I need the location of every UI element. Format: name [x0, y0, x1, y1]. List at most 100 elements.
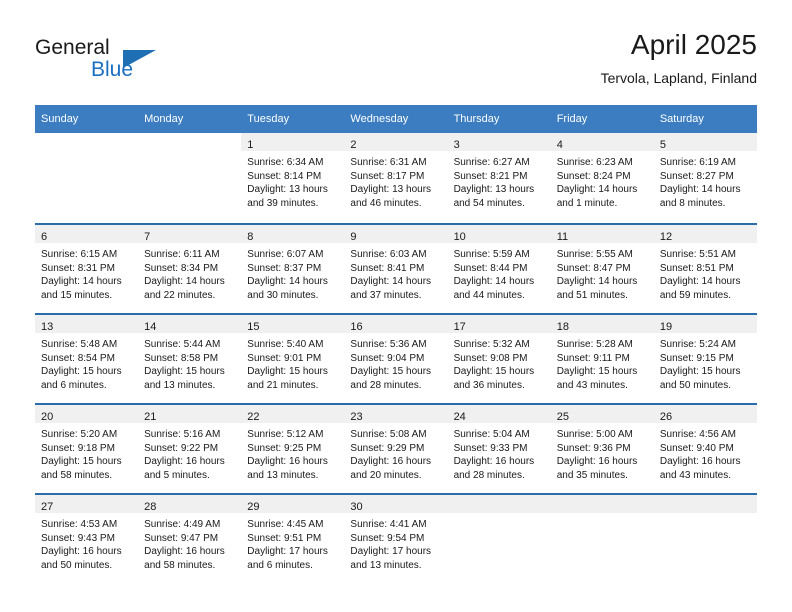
- daylight-text-line1: Daylight: 15 hours: [144, 366, 225, 377]
- day-number-band: 15: [241, 315, 345, 333]
- sunset-text: Sunset: 9:54 PM: [350, 532, 425, 544]
- daylight-text-line1: Daylight: 16 hours: [453, 456, 535, 467]
- weekday-header-thursday: Thursday: [447, 105, 551, 133]
- daylight-text-line2: and 35 minutes.: [556, 469, 628, 481]
- daylight-text-line1: Daylight: 14 hours: [41, 276, 122, 287]
- day-number: 25: [556, 411, 569, 423]
- day-cell[interactable]: 16 Sunrise: 5:36 AM Sunset: 9:04 PM Dayligh…: [344, 313, 448, 403]
- daylight-text-line2: and 43 minutes.: [659, 469, 732, 481]
- day-cell[interactable]: 22 Sunrise: 5:12 AM Sunset: 9:25 PM Dayligh…: [241, 403, 345, 493]
- day-number-band: 3: [447, 133, 551, 151]
- day-cell[interactable]: 17 Sunrise: 5:32 AM Sunset: 9:08 PM Dayligh…: [447, 313, 551, 403]
- sunrise-text: Sunrise: 4:41 AM: [350, 519, 427, 530]
- calendar-week-row: 13 Sunrise: 5:48 AM Sunset: 8:54 PM Dayligh…: [35, 313, 757, 403]
- sunrise-text: Sunrise: 4:49 AM: [144, 519, 221, 530]
- daylight-text-line1: Daylight: 15 hours: [659, 366, 741, 377]
- day-cell[interactable]: 26 Sunrise: 4:56 AM Sunset: 9:40 PM Dayligh…: [653, 403, 757, 493]
- day-number: 4: [556, 139, 563, 151]
- sunset-text: Sunset: 9:22 PM: [144, 442, 219, 454]
- day-number: 8: [247, 231, 254, 243]
- day-cell[interactable]: 1 Sunrise: 6:34 AM Sunset: 8:14 PM Daylight…: [241, 133, 345, 223]
- daylight-text-line2: and 13 minutes.: [144, 379, 216, 391]
- sunrise-text: Sunrise: 5:16 AM: [144, 429, 221, 440]
- daylight-text-line1: Daylight: 13 hours: [247, 184, 328, 195]
- sun-info: Sunrise: 4:45 AM Sunset: 9:51 PM Daylight:…: [241, 513, 344, 572]
- day-cell[interactable]: 5 Sunrise: 6:19 AM Sunset: 8:27 PM Daylight…: [653, 133, 757, 223]
- day-number-band: 2: [344, 133, 448, 151]
- weekday-header-monday: Monday: [138, 105, 242, 133]
- daylight-text-line2: and 8 minutes.: [659, 197, 726, 209]
- sunset-text: Sunset: 9:08 PM: [453, 352, 528, 364]
- day-cell[interactable]: 28 Sunrise: 4:49 AM Sunset: 9:47 PM Dayligh…: [138, 493, 242, 583]
- sunrise-text: Sunrise: 5:48 AM: [41, 339, 118, 350]
- general-blue-logo: General Blue: [35, 36, 235, 88]
- day-cell[interactable]: 25 Sunrise: 5:00 AM Sunset: 9:36 PM Dayligh…: [550, 403, 654, 493]
- day-cell[interactable]: 23 Sunrise: 5:08 AM Sunset: 9:29 PM Dayligh…: [344, 403, 448, 493]
- day-cell[interactable]: 24 Sunrise: 5:04 AM Sunset: 9:33 PM Dayligh…: [447, 403, 551, 493]
- day-number-band: 6: [35, 225, 139, 243]
- day-cell[interactable]: 15 Sunrise: 5:40 AM Sunset: 9:01 PM Dayligh…: [241, 313, 345, 403]
- day-number-band: 1: [241, 133, 345, 151]
- calendar-cell: [550, 493, 654, 583]
- sunset-text: Sunset: 9:04 PM: [350, 352, 425, 364]
- day-cell[interactable]: 2 Sunrise: 6:31 AM Sunset: 8:17 PM Daylight…: [344, 133, 448, 223]
- calendar-cell: [138, 133, 242, 223]
- sun-info: Sunrise: 6:11 AM Sunset: 8:34 PM Daylight:…: [138, 243, 241, 302]
- day-cell[interactable]: 4 Sunrise: 6:23 AM Sunset: 8:24 PM Daylight…: [550, 133, 654, 223]
- day-cell[interactable]: 7 Sunrise: 6:11 AM Sunset: 8:34 PM Daylight…: [138, 223, 242, 313]
- sunrise-text: Sunrise: 5:40 AM: [247, 339, 324, 350]
- calendar-page: General Blue April 2025 Tervola, Lapland…: [0, 0, 792, 612]
- day-cell[interactable]: 20 Sunrise: 5:20 AM Sunset: 9:18 PM Dayligh…: [35, 403, 139, 493]
- daylight-text-line2: and 6 minutes.: [247, 559, 313, 571]
- day-cell[interactable]: 12 Sunrise: 5:51 AM Sunset: 8:51 PM Dayligh…: [653, 223, 757, 313]
- daylight-text-line2: and 30 minutes.: [247, 289, 319, 301]
- calendar-cell: 30 Sunrise: 4:41 AM Sunset: 9:54 PM Dayligh…: [344, 493, 448, 583]
- calendar-cell: 14 Sunrise: 5:44 AM Sunset: 8:58 PM Dayligh…: [138, 313, 242, 403]
- sunset-text: Sunset: 9:47 PM: [144, 532, 219, 544]
- sun-info: Sunrise: 4:41 AM Sunset: 9:54 PM Daylight:…: [344, 513, 447, 572]
- day-cell[interactable]: 13 Sunrise: 5:48 AM Sunset: 8:54 PM Dayligh…: [35, 313, 139, 403]
- sunrise-text: Sunrise: 5:51 AM: [659, 249, 736, 260]
- sunrise-text: Sunrise: 5:59 AM: [453, 249, 530, 260]
- calendar-cell: 4 Sunrise: 6:23 AM Sunset: 8:24 PM Daylight…: [550, 133, 654, 223]
- day-cell[interactable]: 27 Sunrise: 4:53 AM Sunset: 9:43 PM Dayligh…: [35, 493, 139, 583]
- day-cell[interactable]: 11 Sunrise: 5:55 AM Sunset: 8:47 PM Dayligh…: [550, 223, 654, 313]
- day-number: 21: [144, 411, 157, 423]
- day-cell[interactable]: 30 Sunrise: 4:41 AM Sunset: 9:54 PM Dayligh…: [344, 493, 448, 583]
- sunset-text: Sunset: 9:29 PM: [350, 442, 425, 454]
- day-cell[interactable]: 18 Sunrise: 5:28 AM Sunset: 9:11 PM Dayligh…: [550, 313, 654, 403]
- page-header: General Blue April 2025 Tervola, Lapland…: [35, 28, 757, 96]
- day-cell[interactable]: 8 Sunrise: 6:07 AM Sunset: 8:37 PM Daylight…: [241, 223, 345, 313]
- day-cell[interactable]: 10 Sunrise: 5:59 AM Sunset: 8:44 PM Dayligh…: [447, 223, 551, 313]
- day-cell-empty: [138, 133, 242, 223]
- day-cell[interactable]: 21 Sunrise: 5:16 AM Sunset: 9:22 PM Dayligh…: [138, 403, 242, 493]
- sunset-text: Sunset: 9:25 PM: [247, 442, 322, 454]
- day-cell[interactable]: 9 Sunrise: 6:03 AM Sunset: 8:41 PM Daylight…: [344, 223, 448, 313]
- day-number-band: 27: [35, 495, 139, 513]
- day-cell[interactable]: 3 Sunrise: 6:27 AM Sunset: 8:21 PM Daylight…: [447, 133, 551, 223]
- daylight-text-line1: Daylight: 13 hours: [350, 184, 432, 195]
- day-cell[interactable]: 29 Sunrise: 4:45 AM Sunset: 9:51 PM Dayligh…: [241, 493, 345, 583]
- day-cell[interactable]: 6 Sunrise: 6:15 AM Sunset: 8:31 PM Daylight…: [35, 223, 139, 313]
- calendar-cell: 1 Sunrise: 6:34 AM Sunset: 8:14 PM Daylight…: [241, 133, 345, 223]
- sunrise-text: Sunrise: 4:56 AM: [659, 429, 736, 440]
- sunrise-text: Sunrise: 6:07 AM: [247, 249, 324, 260]
- sunset-text: Sunset: 9:36 PM: [556, 442, 631, 454]
- day-number-band: 19: [653, 315, 757, 333]
- sunset-text: Sunset: 8:17 PM: [350, 170, 425, 182]
- calendar-cell: 20 Sunrise: 5:20 AM Sunset: 9:18 PM Dayligh…: [35, 403, 139, 493]
- sunrise-text: Sunrise: 6:11 AM: [144, 249, 220, 260]
- sunrise-text: Sunrise: 4:53 AM: [41, 519, 118, 530]
- calendar-cell: 5 Sunrise: 6:19 AM Sunset: 8:27 PM Daylight…: [653, 133, 757, 223]
- calendar-cell: 13 Sunrise: 5:48 AM Sunset: 8:54 PM Dayligh…: [35, 313, 139, 403]
- sun-info: Sunrise: 4:56 AM Sunset: 9:40 PM Daylight:…: [654, 423, 757, 482]
- daylight-text-line2: and 13 minutes.: [350, 559, 422, 571]
- daylight-text-line1: Daylight: 15 hours: [350, 366, 432, 377]
- sun-info: Sunrise: 6:15 AM Sunset: 8:31 PM Daylight:…: [35, 243, 138, 302]
- day-cell[interactable]: 19 Sunrise: 5:24 AM Sunset: 9:15 PM Dayligh…: [653, 313, 757, 403]
- day-number-band: 29: [241, 495, 345, 513]
- daylight-text-line1: Daylight: 15 hours: [247, 366, 328, 377]
- day-cell[interactable]: 14 Sunrise: 5:44 AM Sunset: 8:58 PM Dayligh…: [138, 313, 242, 403]
- day-number: 10: [453, 231, 466, 243]
- day-number: 13: [41, 321, 54, 333]
